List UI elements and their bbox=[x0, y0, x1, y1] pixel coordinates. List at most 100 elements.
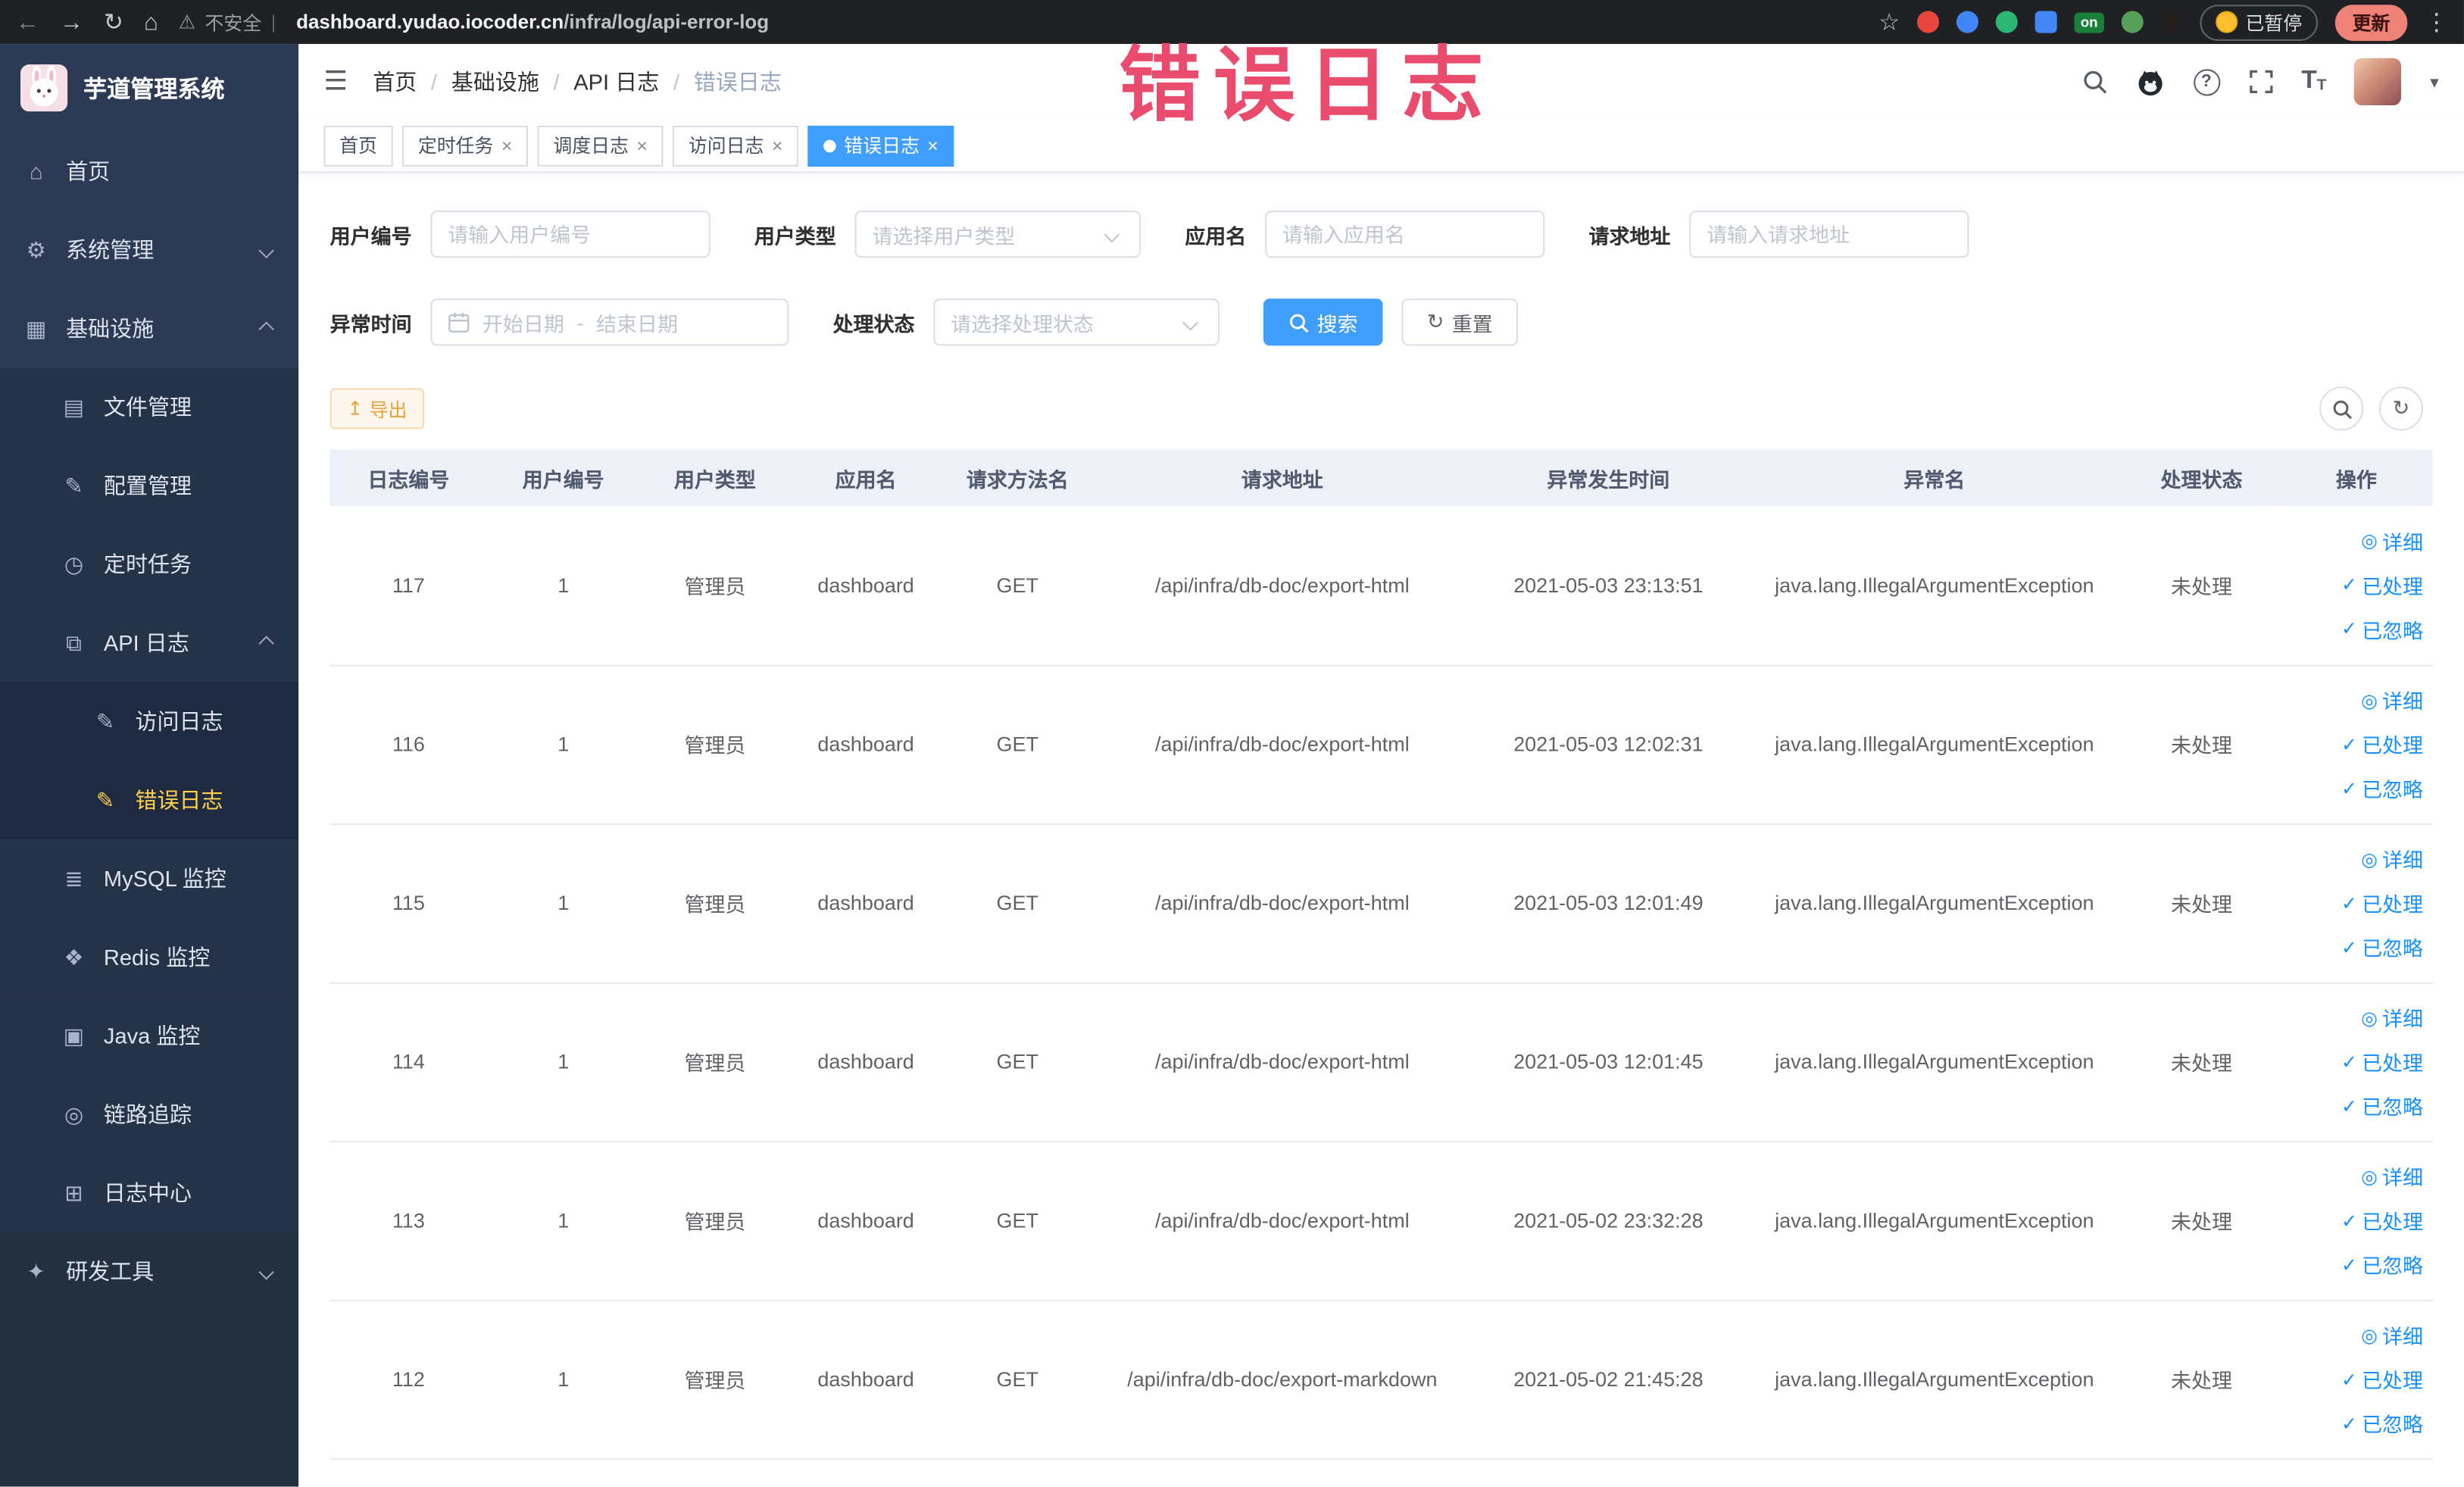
extension-icon-on-badge[interactable]: on bbox=[2074, 11, 2104, 33]
chevron-up-icon bbox=[258, 320, 274, 336]
column-header: 请求地址 bbox=[1093, 449, 1471, 507]
extension-icon-red[interactable] bbox=[1916, 11, 1939, 33]
mark-ignored-link[interactable]: ✓ 已忽略 bbox=[2341, 773, 2423, 803]
export-button[interactable]: ↥ 导出 bbox=[329, 388, 425, 430]
sidebar-item-mysql-monitor[interactable]: ≣ MySQL 监控 bbox=[0, 839, 299, 918]
sidebar-item-redis-monitor[interactable]: ❖ Redis 监控 bbox=[0, 917, 299, 997]
reload-icon[interactable]: ↻ bbox=[104, 10, 123, 33]
process-status-select[interactable]: 请选择处理状态 bbox=[933, 298, 1220, 346]
chevron-down-icon bbox=[1182, 314, 1198, 330]
sidebar-item-log-center[interactable]: ⊞ 日志中心 bbox=[0, 1153, 299, 1232]
github-icon[interactable] bbox=[2135, 67, 2165, 96]
mark-processed-link[interactable]: ✓ 已处理 bbox=[2341, 570, 2423, 600]
browser-home-icon[interactable]: ⌂ bbox=[144, 10, 158, 33]
help-icon[interactable]: ? bbox=[2193, 68, 2220, 95]
address-bar[interactable]: dashboard.yudao.iocoder.cn/infra/log/api… bbox=[296, 11, 769, 33]
toggle-search-button[interactable] bbox=[2319, 386, 2364, 431]
collapse-sidebar-icon[interactable]: ☰ bbox=[323, 66, 348, 97]
app-name-input[interactable] bbox=[1265, 210, 1545, 258]
user-id-input[interactable] bbox=[430, 210, 710, 258]
refresh-table-button[interactable]: ↻ bbox=[2378, 386, 2424, 431]
mark-ignored-link[interactable]: ✓ 已忽略 bbox=[2341, 614, 2423, 644]
detail-link[interactable]: ◎ 详细 bbox=[2361, 1161, 2423, 1191]
browser-menu-icon[interactable]: ⋮ bbox=[2425, 10, 2448, 33]
close-icon[interactable]: × bbox=[927, 136, 938, 155]
tab-error-log[interactable]: 错误日志 × bbox=[807, 124, 954, 166]
search-icon[interactable] bbox=[2081, 69, 2106, 94]
extension-icon-blue-drop[interactable] bbox=[1956, 11, 1978, 33]
fullscreen-icon[interactable] bbox=[2248, 69, 2273, 94]
sidebar-item-label: 研发工具 bbox=[66, 1258, 155, 1284]
mark-ignored-link[interactable]: ✓ 已忽略 bbox=[2341, 1408, 2423, 1438]
user-menu-caret-icon[interactable]: ▾ bbox=[2430, 71, 2438, 92]
sidebar-item-file-manage[interactable]: ▤ 文件管理 bbox=[0, 367, 299, 447]
extension-icon-green[interactable] bbox=[1995, 11, 2018, 33]
sidebar-item-trace[interactable]: ◎ 链路追踪 bbox=[0, 1075, 299, 1154]
cell-log-id: 115 bbox=[329, 823, 488, 983]
back-icon[interactable]: ← bbox=[16, 10, 39, 33]
tab-home[interactable]: 首页 bbox=[323, 124, 393, 166]
cell-operations: ◎ 详细 ✓ 已处理 ✓ 已忽略 bbox=[2280, 823, 2433, 983]
tab-access-log[interactable]: 访问日志 × bbox=[673, 124, 799, 166]
mark-processed-link[interactable]: ✓ 已处理 bbox=[2341, 729, 2423, 759]
app-frame: 芋道管理系统 ⌂ 首页 ⚙ 系统管理 ▦ 基础设施 ▤ 文件管理 ✎ 配置管理 … bbox=[0, 44, 2464, 1487]
close-icon[interactable]: × bbox=[772, 136, 783, 155]
mark-ignored-link[interactable]: ✓ 已忽略 bbox=[2341, 1091, 2423, 1120]
sidebar-item-dev-tools[interactable]: ✦ 研发工具 bbox=[0, 1232, 298, 1310]
cell-exception: java.lang.IllegalArgumentException bbox=[1745, 823, 2123, 983]
date-range-picker[interactable]: 开始日期 - 结束日期 bbox=[430, 298, 789, 346]
mark-processed-link[interactable]: ✓ 已处理 bbox=[2341, 888, 2423, 917]
font-size-icon[interactable]: TT bbox=[2301, 68, 2326, 94]
forward-icon[interactable]: → bbox=[60, 10, 83, 33]
reset-button[interactable]: ↻ 重置 bbox=[1401, 298, 1518, 346]
mark-processed-link[interactable]: ✓ 已处理 bbox=[2341, 1205, 2423, 1235]
sidebar-item-scheduled-task[interactable]: ◷ 定时任务 bbox=[0, 524, 299, 604]
user-avatar[interactable] bbox=[2354, 58, 2402, 105]
sidebar-item-infrastructure[interactable]: ▦ 基础设施 bbox=[0, 289, 298, 368]
tab-schedule-log[interactable]: 调度日志 × bbox=[537, 124, 664, 166]
sidebar-item-home[interactable]: ⌂ 首页 bbox=[0, 132, 298, 211]
sidebar-item-java-monitor[interactable]: ▣ Java 监控 bbox=[0, 996, 299, 1076]
extension-icon-blue-grid[interactable] bbox=[2035, 11, 2057, 33]
bookmark-star-icon[interactable]: ☆ bbox=[1878, 10, 1900, 33]
mark-processed-link[interactable]: ✓ 已处理 bbox=[2341, 1364, 2423, 1394]
profile-paused-badge[interactable]: 已暂停 bbox=[2200, 4, 2319, 40]
site-security[interactable]: ⚠ 不安全 | bbox=[179, 8, 276, 35]
operations: ◎ 详细 ✓ 已处理 ✓ 已忽略 bbox=[2287, 1320, 2423, 1439]
export-icon: ↥ bbox=[347, 397, 364, 420]
search-button-label: 搜索 bbox=[1316, 311, 1358, 336]
search-button[interactable]: 搜索 bbox=[1263, 298, 1383, 346]
chevron-down-icon bbox=[258, 242, 274, 258]
processed-label: 已处理 bbox=[2362, 1210, 2424, 1234]
breadcrumb-item[interactable]: 基础设施 bbox=[451, 66, 539, 97]
detail-link[interactable]: ◎ 详细 bbox=[2361, 686, 2423, 715]
mark-processed-link[interactable]: ✓ 已处理 bbox=[2341, 1047, 2423, 1076]
close-icon[interactable]: × bbox=[501, 136, 513, 155]
request-url-input[interactable] bbox=[1689, 210, 1969, 258]
extension-icon-leaf[interactable] bbox=[2121, 11, 2144, 33]
mark-ignored-link[interactable]: ✓ 已忽略 bbox=[2341, 1249, 2423, 1279]
sidebar-item-api-log[interactable]: ⧉ API 日志 bbox=[0, 603, 299, 683]
breadcrumb-item[interactable]: API 日志 bbox=[573, 66, 659, 97]
close-icon[interactable]: × bbox=[636, 136, 648, 155]
sidebar-item-config-manage[interactable]: ✎ 配置管理 bbox=[0, 446, 299, 525]
detail-link[interactable]: ◎ 详细 bbox=[2361, 1003, 2423, 1032]
cell-operations: ◎ 详细 ✓ 已处理 ✓ 已忽略 bbox=[2280, 506, 2433, 666]
sidebar-item-system-manage[interactable]: ⚙ 系统管理 bbox=[0, 211, 298, 289]
app-logo[interactable]: 芋道管理系统 bbox=[0, 44, 298, 132]
detail-label: 详细 bbox=[2382, 530, 2424, 555]
update-chrome-button[interactable]: 更新 bbox=[2334, 4, 2408, 40]
extension-icon-paw[interactable] bbox=[2160, 11, 2183, 33]
breadcrumb-item[interactable]: 首页 bbox=[373, 66, 417, 97]
tab-scheduled-task[interactable]: 定时任务 × bbox=[402, 124, 529, 166]
filter-label: 应用名 bbox=[1185, 223, 1247, 248]
sidebar-item-error-log[interactable]: ✎ 错误日志 bbox=[0, 761, 299, 839]
sidebar-item-access-log[interactable]: ✎ 访问日志 bbox=[0, 682, 299, 761]
detail-link[interactable]: ◎ 详细 bbox=[2361, 526, 2423, 555]
cell-app: dashboard bbox=[790, 506, 942, 666]
user-type-select[interactable]: 请选择用户类型 bbox=[854, 210, 1141, 258]
detail-link[interactable]: ◎ 详细 bbox=[2361, 844, 2423, 873]
detail-link[interactable]: ◎ 详细 bbox=[2361, 1320, 2423, 1350]
mark-ignored-link[interactable]: ✓ 已忽略 bbox=[2341, 932, 2423, 961]
infrastructure-icon: ▦ bbox=[25, 314, 47, 341]
